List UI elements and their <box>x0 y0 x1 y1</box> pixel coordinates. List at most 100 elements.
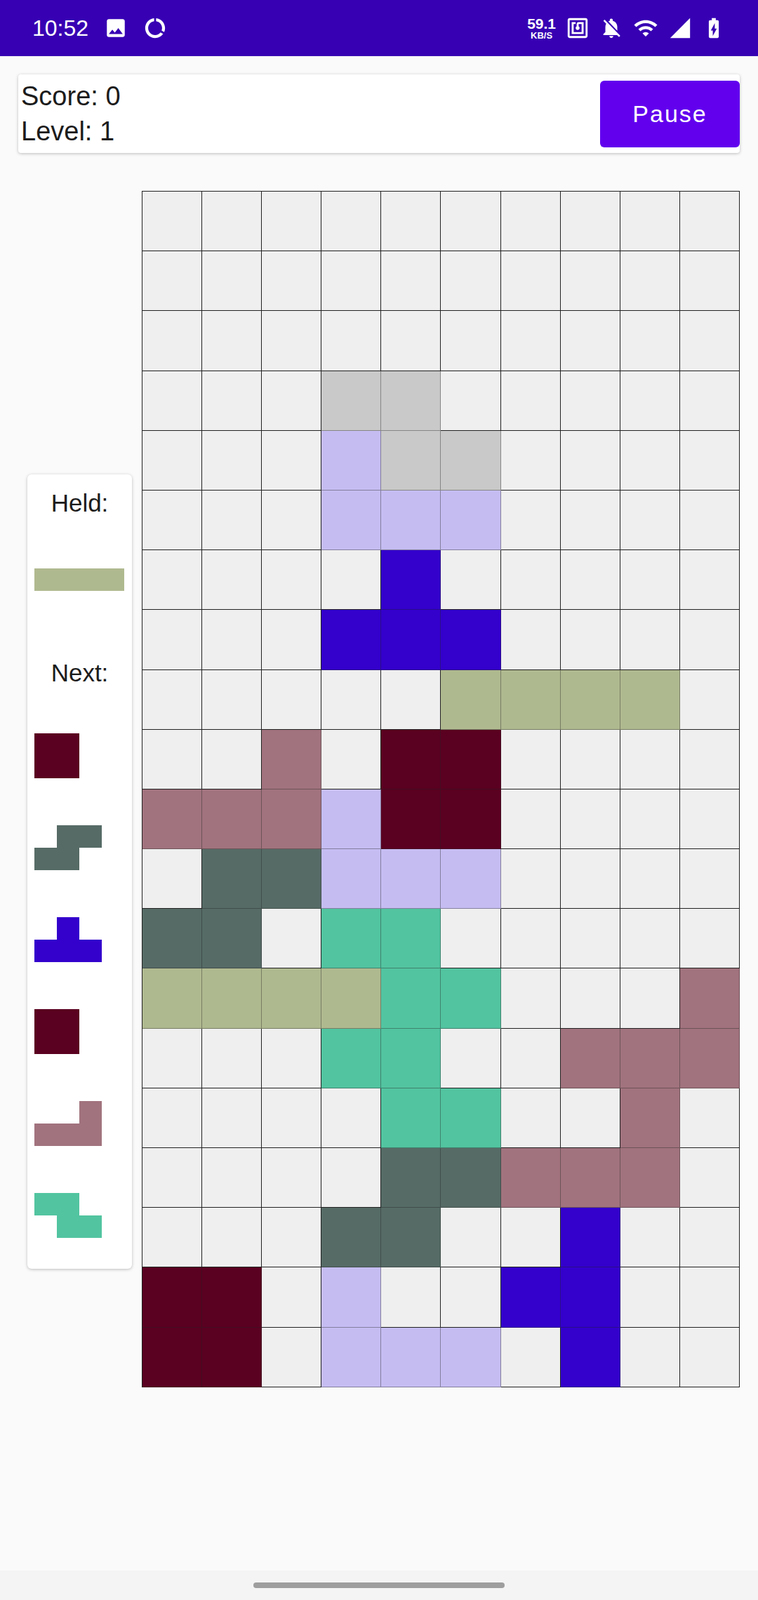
held-piece <box>34 568 132 591</box>
board-cell <box>261 1148 322 1208</box>
board-cell <box>440 490 501 551</box>
board-cell <box>381 1148 441 1208</box>
board-cell <box>620 1327 681 1388</box>
board-cell <box>620 908 681 969</box>
score-info: Score: 0Level: 1 <box>21 78 121 149</box>
board-cell <box>560 191 621 252</box>
next-piece <box>34 733 132 779</box>
board-cell <box>261 550 322 610</box>
board-cell <box>142 968 203 1029</box>
game-board[interactable] <box>141 190 740 1388</box>
board-cell <box>620 670 681 730</box>
board-cell <box>142 789 203 850</box>
piece-row <box>34 1123 132 1147</box>
next-label: Next: <box>34 657 132 689</box>
board-cell <box>321 670 382 730</box>
board-cell <box>440 609 501 670</box>
gesture-handle[interactable] <box>253 1582 505 1589</box>
board-cell <box>261 251 322 311</box>
board-cell <box>321 490 382 551</box>
board-cell <box>440 968 501 1029</box>
piece-cell <box>34 755 57 779</box>
next-piece <box>34 1101 132 1147</box>
bell-off-icon <box>599 16 624 41</box>
board-cell <box>501 968 561 1029</box>
piece-cell <box>56 1031 80 1055</box>
board-cell <box>680 1088 740 1149</box>
piece-cell <box>56 847 80 871</box>
board-cell <box>381 609 441 670</box>
piece-cell <box>56 755 80 779</box>
board-cell <box>142 1207 203 1268</box>
board-cell <box>321 968 382 1029</box>
clock: 10:52 <box>32 11 89 45</box>
battery-icon <box>701 16 726 41</box>
board-cell <box>142 251 203 311</box>
board-cell <box>142 670 203 730</box>
board-cell <box>261 1327 322 1388</box>
board-cell <box>560 609 621 670</box>
next-piece <box>34 1009 132 1055</box>
board-cell <box>560 849 621 909</box>
board-cell <box>440 191 501 252</box>
board-cell <box>620 789 681 850</box>
held-slot <box>34 568 132 591</box>
board-cell <box>440 1148 501 1208</box>
board-cell <box>142 191 203 252</box>
board-cell <box>261 670 322 730</box>
piece-row <box>34 939 132 963</box>
piece-cell <box>56 568 80 591</box>
board-cell <box>381 1088 441 1149</box>
piece-cell <box>79 917 102 940</box>
board-cell <box>501 1028 561 1089</box>
next-piece <box>34 825 132 871</box>
data-saver-icon <box>143 16 168 41</box>
board-cell <box>261 310 322 371</box>
board-cell <box>142 1327 203 1388</box>
board-cell <box>381 490 441 551</box>
board-cell <box>501 789 561 850</box>
board-cell <box>202 789 262 850</box>
board-cell <box>620 430 681 491</box>
board-cell <box>321 1088 382 1149</box>
board-cell <box>321 609 382 670</box>
board-cell <box>501 1207 561 1268</box>
board-cell <box>620 251 681 311</box>
board-cell <box>381 191 441 252</box>
board-cell <box>501 371 561 431</box>
board-cell <box>202 1148 262 1208</box>
board-cell <box>202 849 262 909</box>
board-cell <box>202 490 262 551</box>
board-cell <box>321 849 382 909</box>
piece-cell <box>56 1123 80 1147</box>
pause-button[interactable]: Pause <box>600 80 740 148</box>
board-cell <box>620 191 681 252</box>
board-cell <box>680 550 740 610</box>
board-cell <box>381 968 441 1029</box>
level-label: Level: 1 <box>21 113 121 149</box>
board-cell <box>142 1148 203 1208</box>
piece-cell <box>56 1009 80 1032</box>
piece-cell <box>79 825 102 848</box>
board-cell <box>381 1028 441 1089</box>
board-cell <box>202 670 262 730</box>
board-cell <box>261 968 322 1029</box>
board-cell <box>202 1088 262 1149</box>
piece-cell <box>56 825 80 848</box>
board-cell <box>560 1088 621 1149</box>
piece-cell <box>34 1123 57 1147</box>
piece-cell <box>79 1215 102 1239</box>
board-cell <box>261 191 322 252</box>
board-cell <box>501 191 561 252</box>
board-cell <box>202 191 262 252</box>
board-cell <box>202 310 262 371</box>
board-cell <box>620 609 681 670</box>
board-cell <box>202 430 262 491</box>
board-cell <box>261 1088 322 1149</box>
board-cell <box>680 1267 740 1328</box>
board-cell <box>261 908 322 969</box>
piece-cell <box>34 939 57 963</box>
board-cell <box>381 550 441 610</box>
piece-row <box>34 568 132 591</box>
board-cell <box>560 310 621 371</box>
